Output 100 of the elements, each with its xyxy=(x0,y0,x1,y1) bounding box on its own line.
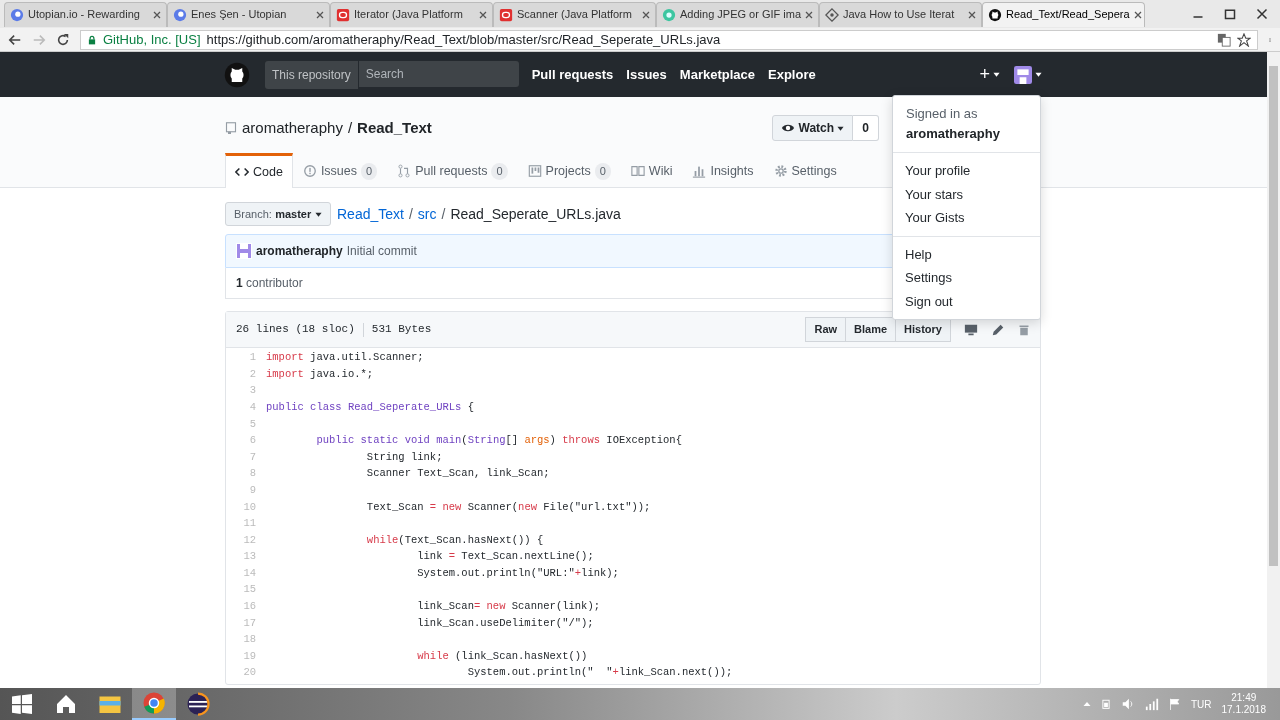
line-number: 1 xyxy=(248,350,257,366)
line-number: 20 xyxy=(242,665,257,681)
nav-link[interactable]: Explore xyxy=(768,64,816,85)
home-icon[interactable] xyxy=(54,692,78,716)
close-icon[interactable] xyxy=(1133,10,1142,19)
repo-tab[interactable]: Pull requests 0 xyxy=(387,153,518,187)
count-badge: 0 xyxy=(491,163,508,180)
signed-in-label: Signed in as xyxy=(906,105,979,123)
line-number: 11 xyxy=(242,516,257,532)
file-info: 26 lines (18 sloc) xyxy=(236,322,355,338)
diamond-icon xyxy=(825,7,839,22)
menu-item[interactable]: Settings xyxy=(893,266,1040,290)
repo-tab[interactable]: Wiki xyxy=(620,153,683,187)
line-number: 7 xyxy=(248,449,257,465)
repo-owner-link[interactable]: aromatheraphy xyxy=(242,116,343,140)
code-line: System.out.println("URL:"+link); xyxy=(416,565,619,581)
desktop-icon[interactable] xyxy=(964,322,978,337)
nav-link[interactable]: Issues xyxy=(626,64,667,85)
menu-item[interactable]: Your stars xyxy=(893,182,1040,207)
cat-logo-icon[interactable] xyxy=(223,60,251,89)
star-icon[interactable] xyxy=(1237,32,1251,47)
breadcrumb-link[interactable]: Read_Text xyxy=(337,203,404,225)
close-icon[interactable] xyxy=(316,10,324,19)
nav-link[interactable]: Marketplace xyxy=(679,64,755,85)
close-icon[interactable] xyxy=(1256,8,1268,20)
count-badge: 0 xyxy=(594,163,611,180)
code-line: Scanner Text_Scan, link_Scan; xyxy=(365,466,550,482)
new-menu[interactable]: + xyxy=(979,61,1000,88)
settings-icon xyxy=(773,164,788,179)
code-line: String link; xyxy=(365,449,443,465)
url-text: https://github.com/aromatheraphy/Read_Text/blob/master/src/Read_Seperate_URLs.java xyxy=(206,30,721,49)
count-badge: 0 xyxy=(361,163,378,180)
line-number: 15 xyxy=(242,582,257,598)
repo-tab[interactable]: Insights xyxy=(682,153,764,187)
close-icon[interactable] xyxy=(153,10,161,19)
issue-icon xyxy=(302,164,317,179)
browser-tab[interactable]: Read_Text/Read_Sepera xyxy=(982,1,1145,27)
code-line: public class Read_Seperate_URLs { xyxy=(266,399,474,415)
path-separator: / xyxy=(347,117,353,138)
browser-tab[interactable]: Iterator (Java Platform xyxy=(330,1,493,27)
pixel-avatar-icon xyxy=(1014,65,1032,84)
scope-label: This repository xyxy=(265,60,359,89)
scrollbar[interactable] xyxy=(1267,52,1280,688)
back-icon[interactable] xyxy=(8,32,22,47)
browser-tab[interactable]: Adding JPEG or GIF ima xyxy=(656,1,819,27)
watch-button[interactable]: Watch xyxy=(772,115,854,141)
line-number: 16 xyxy=(242,599,257,615)
browser-tab[interactable]: Enes Şen - Utopian xyxy=(167,1,330,27)
repo-tab[interactable]: Settings xyxy=(763,153,847,187)
file-name: Read_Seperate_URLs.java xyxy=(450,204,621,224)
watch-count[interactable]: 0 xyxy=(853,115,879,141)
code-line: System.out.println(" "+link_Scan.next()); xyxy=(466,665,733,681)
close-icon[interactable] xyxy=(479,10,487,19)
address-bar[interactable]: GitHub, Inc. [US] https://github.com/aromatheraphy/Read_Text/blob/master/src/Read_Seperate_URLs.java xyxy=(80,29,1258,50)
chrome-icon[interactable] xyxy=(142,691,166,715)
browser-tab[interactable]: Utopian.io - Rewarding xyxy=(4,1,167,27)
line-number: 9 xyxy=(248,482,257,498)
file-action-button[interactable]: Blame xyxy=(845,317,897,342)
avatar-menu[interactable] xyxy=(1014,65,1042,84)
translate-icon[interactable] xyxy=(1217,32,1231,47)
close-icon[interactable] xyxy=(968,10,976,19)
swirl-icon xyxy=(10,7,24,22)
code-line: link_Scan= new Scanner(link); xyxy=(416,599,600,615)
line-number: 14 xyxy=(242,565,257,581)
square-logo-icon xyxy=(336,7,350,22)
pencil-icon[interactable] xyxy=(991,322,1005,337)
eclipse-icon[interactable] xyxy=(186,692,210,716)
browser-tab[interactable]: Scanner (Java Platform xyxy=(493,1,656,27)
browser-tab[interactable]: Java How to Use Iterat xyxy=(819,1,982,27)
nav-link[interactable]: Pull requests xyxy=(531,64,614,85)
repo-tab[interactable]: Code xyxy=(225,153,293,188)
maximize-icon[interactable] xyxy=(1224,8,1236,20)
code-line: import java.util.Scanner; xyxy=(266,350,424,366)
line-number: 4 xyxy=(248,399,257,415)
repo-tab[interactable]: Issues 0 xyxy=(292,153,388,187)
commit-author[interactable]: aromatheraphy xyxy=(256,242,343,261)
repo-name-link[interactable]: Read_Text xyxy=(357,116,432,140)
menu-item[interactable]: Help xyxy=(893,242,1040,267)
breadcrumb-link[interactable]: src xyxy=(417,203,437,225)
commit-message[interactable]: Initial commit xyxy=(346,242,417,261)
close-icon[interactable] xyxy=(642,10,650,19)
branch-select[interactable]: Branch: master xyxy=(225,201,331,227)
code-line: import java.io.*; xyxy=(266,366,374,382)
code-line: link_Scan.useDelimiter("/"); xyxy=(416,615,594,631)
line-number: 6 xyxy=(248,433,257,449)
windows-start-icon[interactable] xyxy=(12,694,32,714)
file-action-button[interactable]: Raw xyxy=(805,317,847,342)
menu-item[interactable]: Your profile xyxy=(893,159,1040,183)
cat-logo-icon xyxy=(988,7,1002,22)
search-field[interactable]: Search xyxy=(358,60,519,87)
reload-icon[interactable] xyxy=(56,32,70,47)
repo-tab[interactable]: Projects 0 xyxy=(517,153,621,187)
line-number: 5 xyxy=(248,416,257,432)
pull-request-icon xyxy=(397,164,412,179)
menu-item[interactable]: Your Gists xyxy=(893,206,1040,230)
line-number: 18 xyxy=(242,632,257,648)
close-icon[interactable] xyxy=(805,10,814,19)
line-number: 10 xyxy=(242,499,257,515)
path-separator: / xyxy=(441,204,446,224)
book-icon xyxy=(630,164,645,179)
